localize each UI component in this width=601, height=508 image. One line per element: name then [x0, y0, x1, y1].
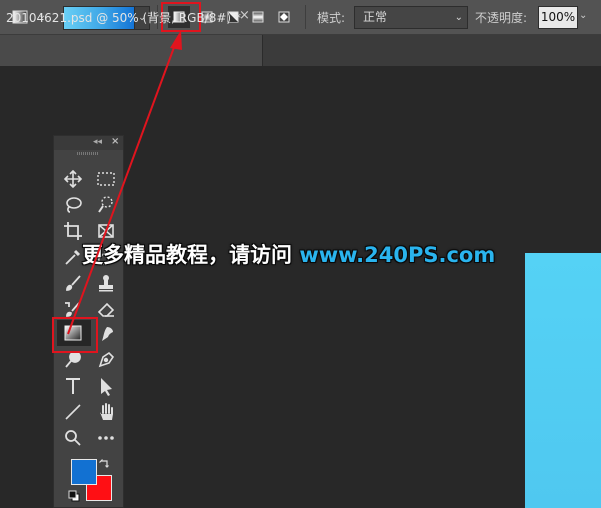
- opacity-input[interactable]: 100%: [538, 6, 578, 29]
- zoom-tool-icon[interactable]: [61, 426, 85, 450]
- foreground-color-swatch[interactable]: [71, 459, 97, 485]
- collapse-panel-icon[interactable]: ◂◂: [93, 137, 102, 147]
- diamond-gradient-icon[interactable]: [273, 6, 295, 28]
- chevron-down-icon: ⌄: [454, 12, 463, 23]
- document-tab[interactable]: [0, 35, 263, 66]
- mode-select[interactable]: 正常 ⌄: [354, 6, 468, 29]
- watermark-url: www.240PS.com: [299, 243, 496, 267]
- chevron-down-icon[interactable]: ⌄: [579, 10, 587, 21]
- quick-selection-tool-icon[interactable]: [94, 193, 118, 217]
- close-icon[interactable]: ×: [111, 136, 119, 147]
- close-icon[interactable]: ×: [239, 8, 250, 23]
- opacity-label: 不透明度:: [475, 11, 528, 25]
- watermark-text: 更多精品教程，请访问 www.240PS.com: [82, 239, 495, 269]
- reflected-gradient-icon[interactable]: [247, 6, 269, 28]
- annotation-highlight: [52, 317, 98, 353]
- rectangular-marquee-tool-icon[interactable]: [94, 167, 118, 191]
- lasso-tool-icon[interactable]: [61, 193, 85, 217]
- default-colors-icon[interactable]: [68, 487, 80, 506]
- mode-value: 正常: [363, 10, 388, 24]
- type-tool-icon[interactable]: [61, 374, 85, 398]
- divider: [305, 5, 306, 29]
- brush-tool-icon[interactable]: [61, 271, 85, 295]
- document-tab-title: 20104621.psd @ 50% (背景, RGB/8#) *: [6, 11, 241, 25]
- more-tools-icon[interactable]: [94, 426, 118, 450]
- watermark-cn: 更多精品教程，请访问: [82, 243, 292, 267]
- path-selection-tool-icon[interactable]: [94, 374, 118, 398]
- panel-grip[interactable]: [77, 152, 99, 155]
- hand-tool-icon[interactable]: [94, 400, 118, 424]
- clone-stamp-tool-icon[interactable]: [94, 271, 118, 295]
- swap-colors-icon[interactable]: [99, 455, 111, 474]
- mode-label: 模式:: [317, 11, 346, 25]
- canvas-layer[interactable]: [525, 253, 601, 508]
- line-tool-icon[interactable]: [61, 400, 85, 424]
- move-tool-icon[interactable]: [61, 167, 85, 191]
